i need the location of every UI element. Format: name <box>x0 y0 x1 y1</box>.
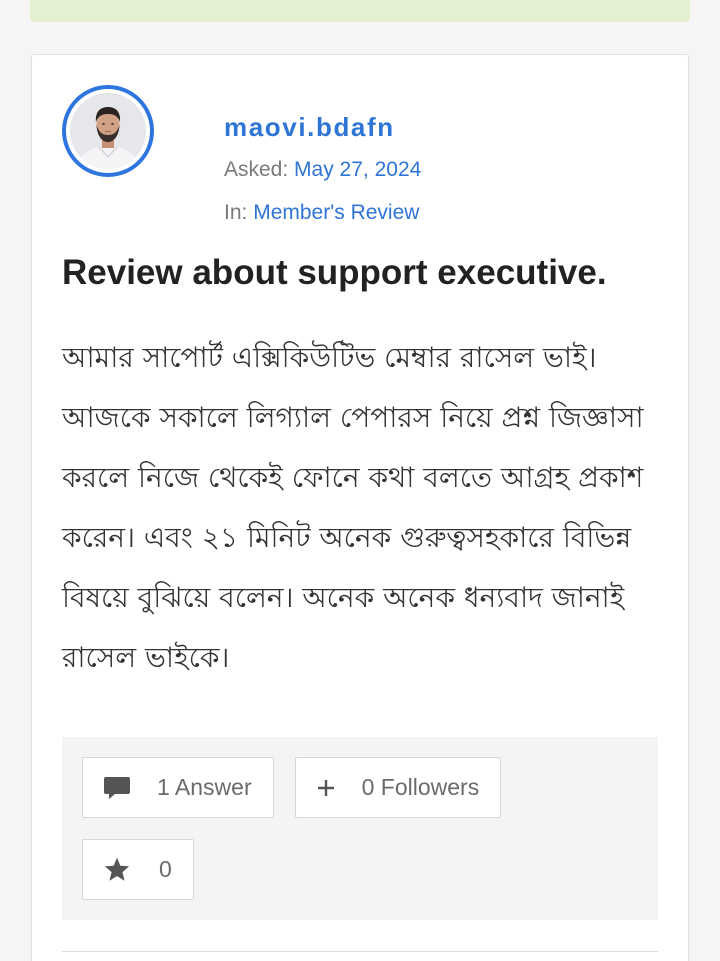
question-stats: 1 Answer 0 Followers 0 <box>62 737 658 920</box>
divider <box>62 951 658 952</box>
author-username[interactable]: maovi.bdafn <box>224 112 395 142</box>
question-title: Review about support executive. <box>62 253 607 292</box>
asked-date-link[interactable]: May 27, 2024 <box>294 158 421 181</box>
favorite-button[interactable]: 0 <box>82 839 194 900</box>
question-meta: maovi.bdafn Asked: May 27, 2024 In: Memb… <box>224 85 624 245</box>
question-card: maovi.bdafn Asked: May 27, 2024 In: Memb… <box>31 54 689 961</box>
followers-label: 0 Followers <box>361 774 480 800</box>
stats-row: 1 Answer 0 Followers <box>82 757 638 818</box>
answers-button[interactable]: 1 Answer <box>82 757 274 818</box>
favorites-count: 0 <box>159 856 172 882</box>
stats-row: 0 <box>82 839 638 900</box>
category-line: In: Member's Review <box>224 198 419 228</box>
asked-label: Asked: <box>224 158 289 181</box>
star-icon <box>104 857 130 882</box>
category-link[interactable]: Member's Review <box>253 201 419 224</box>
avatar-photo <box>70 93 146 169</box>
question-body: আমার সাপোর্ট এক্সিকিউটিভ মেম্বার রাসেল ভ… <box>62 341 644 674</box>
question-header: maovi.bdafn Asked: May 27, 2024 In: Memb… <box>62 85 658 251</box>
comment-icon <box>104 776 130 800</box>
category-label: In: <box>224 201 248 224</box>
answers-label: 1 Answer <box>157 774 252 800</box>
asked-line: Asked: May 27, 2024 <box>224 155 421 185</box>
user-photo-icon <box>70 93 146 169</box>
plus-icon <box>317 779 335 797</box>
notice-bar <box>30 0 690 22</box>
followers-button[interactable]: 0 Followers <box>294 757 502 818</box>
avatar[interactable] <box>62 85 154 177</box>
